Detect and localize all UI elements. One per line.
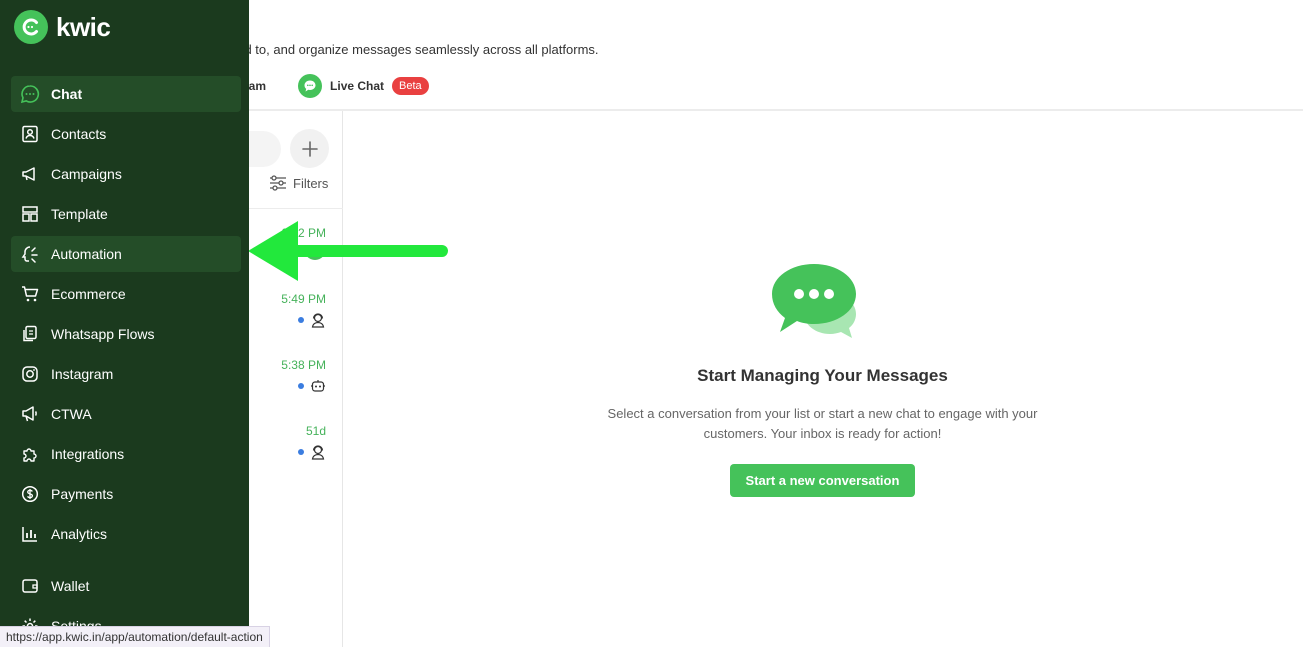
sidebar-item-instagram[interactable]: Instagram: [11, 356, 241, 392]
status-dot: [298, 317, 304, 323]
status-dot: [298, 383, 304, 389]
sidebar-item-label: Ecommerce: [51, 286, 126, 302]
page-subtitle: ond to, and organize messages seamlessly…: [230, 42, 599, 57]
search-input[interactable]: [249, 131, 281, 167]
sidebar-item-wallet[interactable]: Wallet: [11, 568, 241, 604]
filters-button[interactable]: Filters: [269, 175, 328, 191]
sidebar-item-label: Chat: [51, 86, 83, 102]
dollar-icon: [20, 484, 40, 504]
megaphone-icon: [20, 164, 40, 184]
status-dot: [298, 449, 304, 455]
sidebar-item-whatsapp-flows[interactable]: Whatsapp Flows: [11, 316, 241, 352]
conversation-list: Filters 6:12 PM 5:49 PM 5:38 PM 51d: [249, 111, 343, 647]
list-item[interactable]: 51d: [246, 424, 326, 460]
sidebar-item-analytics[interactable]: Analytics: [11, 516, 241, 552]
ctwa-icon: [20, 404, 40, 424]
plus-icon: [301, 140, 318, 157]
kwic-logo-icon: [14, 10, 48, 44]
wallet-icon: [20, 576, 40, 596]
sidebar-item-ctwa[interactable]: CTWA: [11, 396, 241, 432]
sidebar-item-template[interactable]: Template: [11, 196, 241, 232]
conversation-time: 5:38 PM: [281, 358, 326, 372]
sidebar-item-ecommerce[interactable]: Ecommerce: [11, 276, 241, 312]
channel-tab-live-chat[interactable]: Live Chat Beta: [298, 74, 429, 98]
contacts-icon: [20, 124, 40, 144]
instagram-icon: [20, 364, 40, 384]
empty-state-description: Select a conversation from your list or …: [607, 406, 1038, 441]
puzzle-icon: [20, 444, 40, 464]
empty-state: Start Managing Your Messages Select a co…: [560, 262, 1085, 497]
sidebar-item-payments[interactable]: Payments: [11, 476, 241, 512]
list-item[interactable]: 5:38 PM: [246, 358, 326, 394]
sidebar-item-label: CTWA: [51, 406, 92, 422]
flows-icon: [20, 324, 40, 344]
sidebar-item-label: Campaigns: [51, 166, 122, 182]
filters-label: Filters: [293, 175, 329, 191]
agent-icon: [311, 445, 325, 460]
start-conversation-button[interactable]: Start a new conversation: [729, 464, 916, 497]
live-chat-icon: [298, 74, 323, 98]
sliders-icon: [270, 175, 286, 191]
sidebar-item-automation[interactable]: Automation: [11, 236, 241, 272]
cart-icon: [20, 284, 40, 304]
status-bar-url: https://app.kwic.in/app/automation/defau…: [0, 626, 270, 647]
new-chat-button[interactable]: [290, 129, 329, 168]
sidebar-item-campaigns[interactable]: Campaigns: [11, 156, 241, 192]
sidebar-item-integrations[interactable]: Integrations: [11, 436, 241, 472]
sidebar-item-label: Instagram: [51, 366, 114, 382]
list-divider: [249, 208, 343, 209]
channel-tabs: agram Live Chat Beta: [230, 74, 461, 98]
bar-chart-icon: [20, 524, 40, 544]
sidebar-item-label: Automation: [51, 246, 122, 262]
empty-state-title: Start Managing Your Messages: [697, 366, 948, 385]
beta-badge: Beta: [392, 77, 429, 95]
conversation-time: 5:49 PM: [281, 292, 326, 306]
chat-bubble-icon: [20, 84, 40, 104]
brand-logo[interactable]: kwic: [14, 10, 111, 44]
template-icon: [20, 204, 40, 224]
sidebar-item-label: Template: [51, 206, 108, 222]
annotation-arrow-icon: [248, 221, 448, 281]
sidebar-item-label: Wallet: [51, 578, 90, 594]
bot-icon: [311, 380, 325, 392]
automation-icon: [20, 244, 40, 264]
sidebar-item-chat[interactable]: Chat: [11, 76, 241, 112]
sidebar-item-label: Whatsapp Flows: [51, 326, 155, 342]
agent-icon: [311, 313, 325, 328]
list-item[interactable]: 5:49 PM: [246, 292, 326, 328]
sidebar-item-label: Payments: [51, 486, 114, 502]
sidebar-item-label: Integrations: [51, 446, 125, 462]
sidebar-item-label: Contacts: [51, 126, 107, 142]
conversation-time: 51d: [305, 424, 326, 438]
sidebar: kwic Chat Contacts Campaigns Template Au…: [0, 0, 249, 647]
brand-name: kwic: [56, 11, 111, 42]
chat-bubbles-icon: [771, 264, 856, 338]
channel-tab-label: Live Chat: [330, 79, 385, 93]
sidebar-item-label: Analytics: [51, 526, 108, 542]
header-divider: [249, 109, 1303, 111]
sidebar-item-contacts[interactable]: Contacts: [11, 116, 241, 152]
